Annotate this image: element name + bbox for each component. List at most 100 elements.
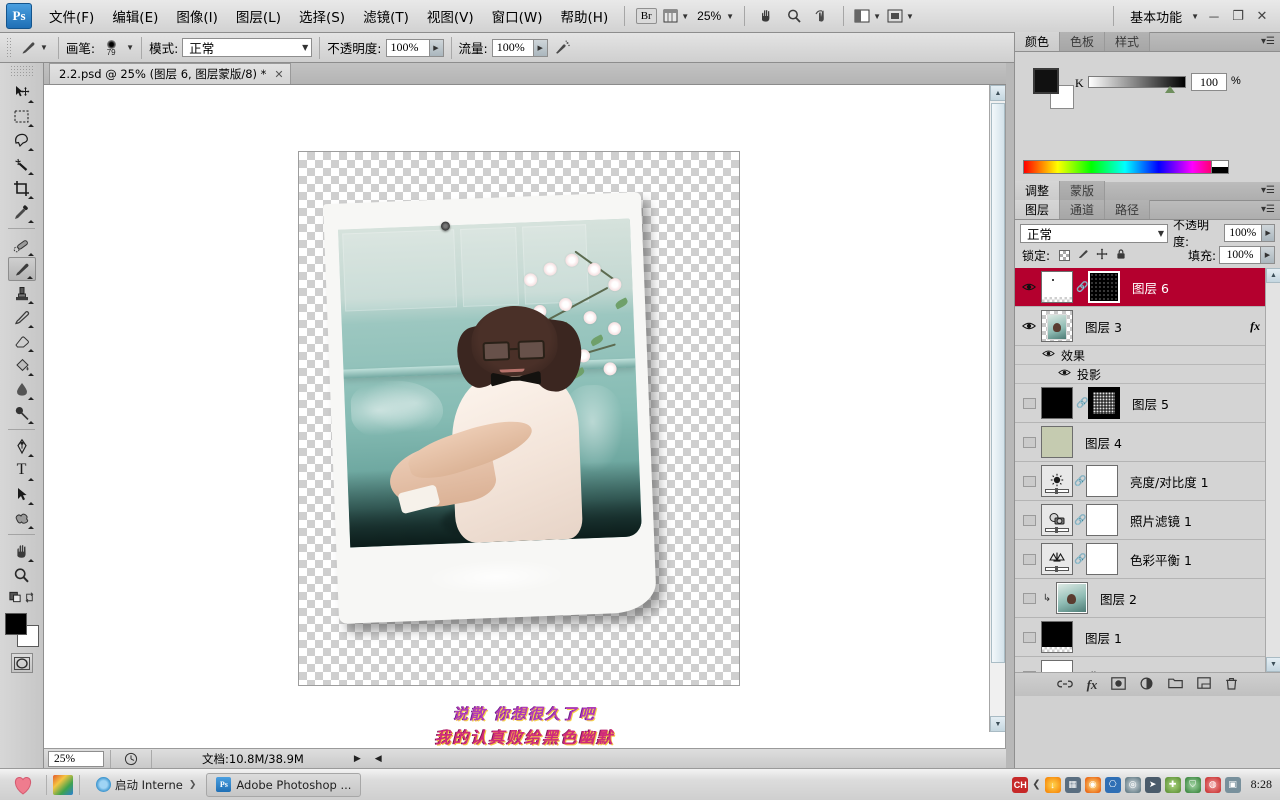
taskbar-item-photoshop[interactable]: Ps Adobe Photoshop ... — [206, 773, 361, 797]
tool-clone-stamp[interactable] — [8, 281, 36, 305]
tool-history-brush[interactable] — [8, 305, 36, 329]
layer-visibility-toggle[interactable] — [1017, 398, 1041, 409]
layer-row[interactable]: 🔗 色彩平衡 1 — [1015, 540, 1280, 579]
chevron-right-icon[interactable]: ❯ — [189, 780, 197, 790]
layer-thumbnail[interactable] — [1041, 426, 1073, 458]
layer-name[interactable]: 图层 6 — [1132, 278, 1169, 297]
layer-name[interactable]: 照片滤镜 1 — [1130, 511, 1192, 530]
color-spectrum-ramp[interactable] — [1023, 160, 1227, 174]
layer-mask-thumbnail[interactable] — [1088, 271, 1120, 303]
lan-icon[interactable]: ⎔ — [1105, 777, 1121, 793]
tool-dodge[interactable] — [8, 401, 36, 425]
layer-name[interactable]: 背景 — [1085, 667, 1110, 673]
tool-healing-brush[interactable] — [8, 233, 36, 257]
add-layer-mask-button[interactable] — [1111, 677, 1126, 693]
canvas-area[interactable]: ▲ ▼ 说散 你想很久了吧 我的认真败给黑色幽默 — [44, 85, 1006, 748]
tool-brush[interactable] — [8, 257, 36, 281]
menu-file[interactable]: 文件(F) — [40, 2, 103, 30]
layer-list[interactable]: 🔗 图层 6 图层 3 — [1015, 268, 1280, 672]
adjustment-color-balance-icon[interactable] — [1041, 543, 1073, 575]
bridge-button[interactable]: Br — [635, 5, 657, 27]
chevron-left-icon[interactable]: ❮ — [1032, 779, 1040, 790]
zoom-level-selector[interactable]: 25% ▼ — [695, 5, 734, 27]
airbrush-toggle[interactable] — [551, 37, 573, 59]
layer-visibility-toggle[interactable] — [1017, 593, 1041, 604]
mask-link-icon[interactable]: 🔗 — [1074, 515, 1085, 526]
foreground-color-swatch[interactable] — [5, 613, 27, 635]
lock-all-button[interactable] — [1115, 248, 1127, 263]
lock-position-button[interactable] — [1096, 248, 1108, 263]
layer-name[interactable]: 图层 4 — [1085, 433, 1122, 452]
lock-transparent-pixels-button[interactable] — [1059, 250, 1070, 261]
new-layer-button[interactable] — [1197, 677, 1211, 692]
tab-channels[interactable]: 通道 — [1060, 200, 1105, 219]
layer-opacity-input[interactable]: 100% — [1224, 224, 1263, 242]
ch-input-icon[interactable]: CH — [1012, 777, 1028, 793]
scroll-down-button[interactable]: ▼ — [1266, 657, 1280, 672]
tool-magic-wand[interactable] — [8, 152, 36, 176]
scroll-down-button[interactable]: ▼ — [990, 716, 1006, 732]
start-button[interactable] — [6, 772, 40, 798]
monitor-icon[interactable]: ▣ — [1225, 777, 1241, 793]
layer-name[interactable]: 图层 2 — [1100, 589, 1137, 608]
options-bar-grip[interactable] — [6, 37, 12, 59]
layer-row[interactable]: 🔗 图层 5 — [1015, 384, 1280, 423]
menu-view[interactable]: 视图(V) — [418, 2, 483, 30]
layer-visibility-toggle[interactable] — [1017, 282, 1041, 292]
color-panel-swatches[interactable] — [1033, 68, 1063, 98]
tool-crop[interactable] — [8, 176, 36, 200]
panel-menu-button[interactable]: ▾☰ — [1261, 36, 1275, 47]
qq-icon[interactable]: ◉ — [1085, 777, 1101, 793]
view-extras-button[interactable]: ▼ — [663, 5, 689, 27]
layer-fill-input[interactable]: 100% — [1219, 246, 1261, 264]
layer-row[interactable]: 图层 4 — [1015, 423, 1280, 462]
color-ramp-endcaps[interactable] — [1211, 160, 1229, 174]
k-slider-handle[interactable] — [1165, 86, 1175, 93]
tab-styles[interactable]: 样式 — [1105, 32, 1150, 51]
layer-name[interactable]: 亮度/对比度 1 — [1130, 472, 1209, 491]
tool-shape[interactable] — [8, 506, 36, 530]
window-restore-button[interactable]: ❐ — [1226, 6, 1250, 26]
brush-tool-preset[interactable]: ▼ — [19, 37, 48, 59]
mask-link-icon[interactable]: 🔗 — [1074, 476, 1085, 487]
layer-name[interactable]: 图层 1 — [1085, 628, 1122, 647]
canvas-vertical-scrollbar[interactable]: ▲ ▼ — [989, 85, 1005, 732]
rocket-icon[interactable]: ➤ — [1145, 777, 1161, 793]
tool-lasso[interactable] — [8, 128, 36, 152]
screen-mode-button[interactable]: ▼ — [887, 5, 914, 27]
effects-label[interactable]: 效果 — [1061, 347, 1085, 364]
tab-swatches[interactable]: 色板 — [1060, 32, 1105, 51]
tab-color[interactable]: 颜色 — [1015, 32, 1060, 51]
layer-fill-slider-button[interactable]: ▶ — [1261, 246, 1275, 264]
rotate-view-button[interactable] — [811, 5, 833, 27]
menu-window[interactable]: 窗口(W) — [483, 2, 552, 30]
workspace-selector[interactable]: 基本功能 ▼ — [1124, 5, 1199, 27]
layer-thumbnail[interactable] — [1041, 660, 1073, 672]
layer-row[interactable]: 图层 1 — [1015, 618, 1280, 657]
delete-layer-button[interactable] — [1225, 677, 1238, 693]
download-icon[interactable]: ↓ — [1045, 777, 1061, 793]
window-minimize-button[interactable]: － — [1202, 6, 1226, 26]
layer-effects-group[interactable]: 效果 — [1015, 346, 1280, 365]
document-tab[interactable]: 2.2.psd @ 25% (图层 6, 图层蒙版/8) * ✕ — [49, 63, 291, 84]
tab-paths[interactable]: 路径 — [1105, 200, 1150, 219]
close-icon[interactable]: ✕ — [274, 68, 283, 81]
tool-eraser[interactable] — [8, 329, 36, 353]
color-selector[interactable] — [5, 613, 39, 647]
opacity-input[interactable]: 100% — [386, 39, 430, 57]
arrange-documents-button[interactable]: ▼ — [854, 5, 881, 27]
scroll-thumb[interactable] — [991, 103, 1005, 663]
scroll-up-button[interactable]: ▲ — [1266, 268, 1280, 283]
menu-help[interactable]: 帮助(H) — [552, 2, 618, 30]
tool-pen[interactable] — [8, 434, 36, 458]
layer-visibility-toggle[interactable] — [1017, 671, 1041, 673]
flow-input[interactable]: 100% — [492, 39, 534, 57]
layer-thumbnail[interactable] — [1041, 271, 1073, 303]
layer-thumbnail[interactable] — [1041, 387, 1073, 419]
menu-select[interactable]: 选择(S) — [290, 2, 354, 30]
layers-vertical-scrollbar[interactable]: ▲ ▼ — [1265, 268, 1280, 672]
tool-type[interactable]: T — [8, 458, 36, 482]
layer-row[interactable]: ↳ 图层 2 — [1015, 579, 1280, 618]
status-preview-button[interactable] — [120, 748, 142, 770]
scroll-up-button[interactable]: ▲ — [990, 85, 1006, 101]
